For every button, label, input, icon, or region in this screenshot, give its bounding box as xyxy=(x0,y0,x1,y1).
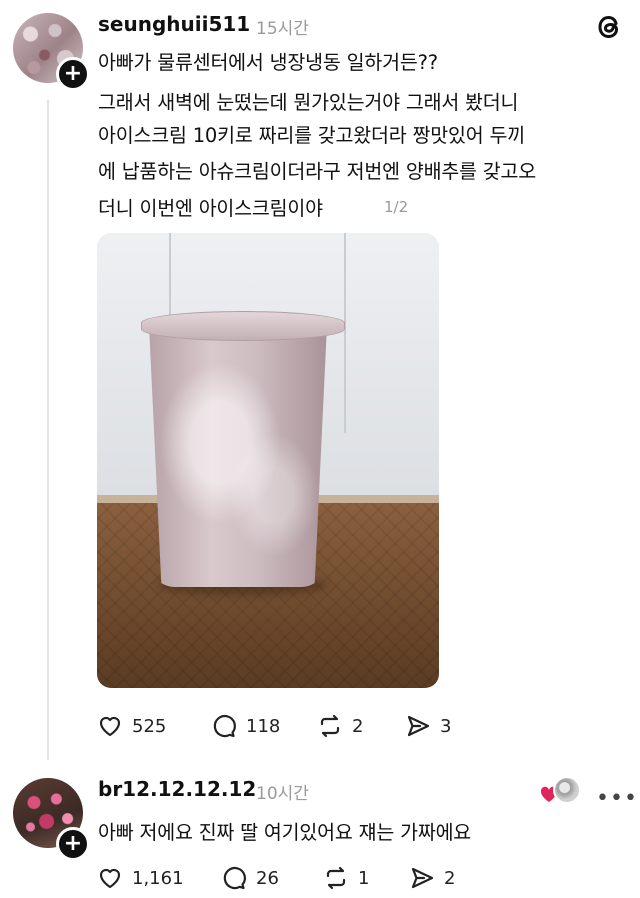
repost-button[interactable]: 2 xyxy=(316,712,363,740)
liker-avatar xyxy=(553,776,581,804)
repost-count: 1 xyxy=(358,867,370,889)
send-icon xyxy=(407,715,430,737)
heart-icon xyxy=(99,868,121,889)
ice-cream-tub-lid xyxy=(141,311,345,341)
post-text-line: 아이스크림 10키로 짜리를 갖고왔더라 짱맛있어 두끼 xyxy=(98,124,525,147)
post-time: 15시간 xyxy=(256,19,309,39)
share-count: 2 xyxy=(444,867,456,889)
repost-icon xyxy=(326,866,346,890)
post-text-line: 그래서 새벽에 눈떴는데 뭔가있는거야 그래서 봤더니 xyxy=(98,91,519,114)
heart-icon xyxy=(99,716,121,737)
share-button[interactable]: 3 xyxy=(404,712,451,740)
post-text-line: 아빠가 물류센터에서 냉장냉동 일하거든?? xyxy=(98,51,438,74)
comment-count: 118 xyxy=(246,715,281,737)
page-indicator: 1/2 xyxy=(384,198,409,216)
ice-cream-tub xyxy=(149,325,327,587)
reply-time: 10시간 xyxy=(256,784,309,804)
repost-icon xyxy=(320,714,340,738)
post-photo[interactable] xyxy=(97,233,439,688)
follow-plus-icon[interactable]: + xyxy=(56,57,90,91)
comment-count: 26 xyxy=(256,867,279,889)
repost-count: 2 xyxy=(352,715,364,737)
threads-icon[interactable] xyxy=(594,12,624,42)
more-options-icon[interactable]: ••• xyxy=(596,786,638,811)
follow-plus-icon[interactable]: + xyxy=(56,827,90,861)
share-button[interactable]: 2 xyxy=(408,864,455,892)
reply-username[interactable]: br12.12.12.12 xyxy=(98,777,256,801)
send-icon xyxy=(411,867,434,889)
post-text-line: 더니 이번엔 아이스크림이야 xyxy=(98,197,323,220)
post-text-line: 에 납품하는 아슈크림이더라구 저번엔 양배추를 갖고오 xyxy=(98,160,537,183)
comment-button[interactable]: 118 xyxy=(210,712,280,740)
like-count: 525 xyxy=(132,715,167,737)
like-count: 1,161 xyxy=(132,867,184,889)
post-username[interactable]: seunghuii511 xyxy=(98,12,250,36)
like-button[interactable]: 1,161 xyxy=(96,864,184,892)
thread-line xyxy=(47,100,49,760)
reply-text: 아빠 저에요 진짜 딸 여기있어요 쟤는 가짜에요 xyxy=(98,821,472,844)
comment-button[interactable]: 26 xyxy=(220,864,279,892)
comment-icon xyxy=(223,866,246,890)
comment-icon xyxy=(213,714,236,738)
repost-button[interactable]: 1 xyxy=(322,864,369,892)
like-button[interactable]: 525 xyxy=(96,712,166,740)
share-count: 3 xyxy=(440,715,452,737)
